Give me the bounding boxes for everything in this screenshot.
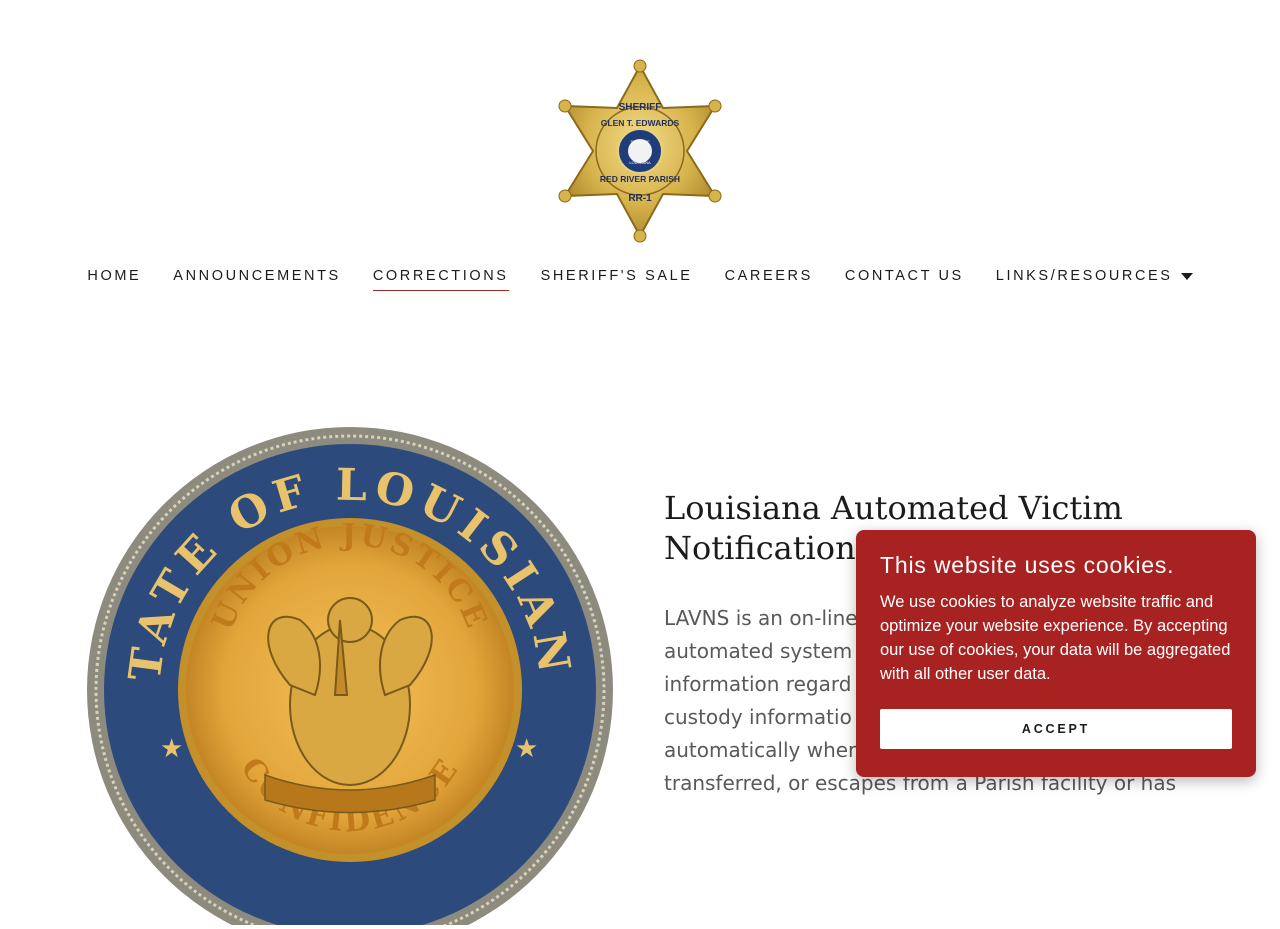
sheriff-badge-logo[interactable]: SHERIFF GLEN T. EDWARDS STATE OF LOUISIA… bbox=[555, 58, 725, 244]
state-seal-icon: STATE OF LOUISIANA UNION JUSTICE CONFIDE… bbox=[64, 365, 613, 929]
svg-text:SHERIFF: SHERIFF bbox=[619, 102, 662, 113]
sheriff-star-icon: SHERIFF GLEN T. EDWARDS STATE OF LOUISIA… bbox=[558, 59, 722, 243]
main-navigation: HOME ANNOUNCEMENTS CORRECTIONS SHERIFF'S… bbox=[0, 268, 1280, 302]
nav-item-contact-us[interactable]: CONTACT US bbox=[845, 268, 964, 290]
accept-cookies-button[interactable]: ACCEPT bbox=[880, 709, 1232, 749]
page-title-line-1: Louisiana Automated Victim bbox=[664, 489, 1123, 527]
chevron-down-icon bbox=[1180, 272, 1193, 280]
nav-item-announcements[interactable]: ANNOUNCEMENTS bbox=[173, 268, 341, 290]
svg-text:LOUISIANA: LOUISIANA bbox=[629, 160, 651, 165]
nav-item-sheriffs-sale[interactable]: SHERIFF'S SALE bbox=[541, 268, 693, 290]
nav-item-careers[interactable]: CAREERS bbox=[725, 268, 813, 290]
nav-item-corrections[interactable]: CORRECTIONS bbox=[372, 268, 509, 291]
cookie-banner-text: We use cookies to analyze website traffi… bbox=[880, 593, 1231, 683]
nav-item-links-resources-label: LINKS/RESOURCES bbox=[995, 268, 1173, 284]
nav-item-links-resources[interactable]: LINKS/RESOURCES bbox=[996, 268, 1193, 290]
svg-text:RR-1: RR-1 bbox=[628, 193, 652, 204]
nav-item-home[interactable]: HOME bbox=[87, 268, 141, 290]
cookie-banner-title: This website uses cookies. bbox=[880, 552, 1175, 578]
svg-text:★: ★ bbox=[160, 734, 183, 764]
svg-text:STATE OF: STATE OF bbox=[631, 139, 651, 144]
louisiana-state-seal-image: STATE OF LOUISIANA UNION JUSTICE CONFIDE… bbox=[64, 365, 615, 929]
svg-text:GLEN T. EDWARDS: GLEN T. EDWARDS bbox=[601, 118, 680, 128]
svg-text:★: ★ bbox=[515, 734, 538, 764]
cookie-consent-banner: This website uses cookies. We use cookie… bbox=[856, 530, 1256, 777]
page-title-line-2: Notification bbox=[664, 529, 856, 567]
svg-text:RED RIVER PARISH: RED RIVER PARISH bbox=[600, 174, 680, 184]
